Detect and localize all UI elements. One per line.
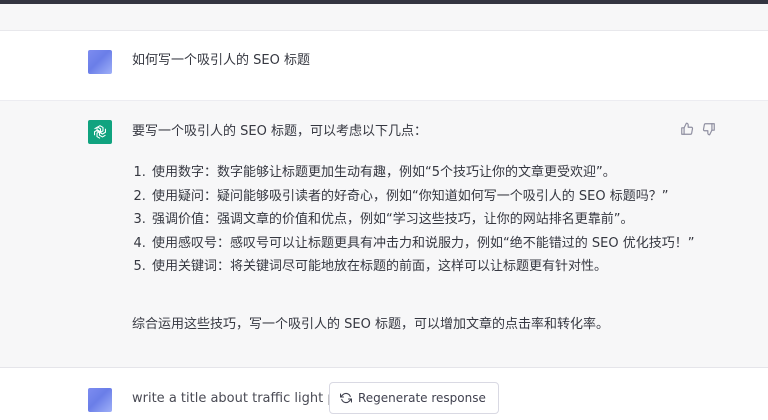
user-message-1: 如何写一个吸引人的 SEO 标题 bbox=[0, 31, 768, 101]
header-spacer bbox=[0, 4, 768, 31]
user-avatar bbox=[88, 50, 112, 74]
assistant-message: 要写一个吸引人的 SEO 标题，可以考虑以下几点： 使用数字：数字能够让标题更加… bbox=[0, 101, 768, 368]
openai-logo-icon bbox=[94, 125, 106, 139]
assistant-summary-text: 综合运用这些技巧，写一个吸引人的 SEO 标题，可以增加文章的点击率和转化率。 bbox=[132, 317, 609, 332]
list-item: 使用感叹号：感叹号可以让标题更具有冲击力和说服力，例如“绝不能错过的 SEO 优… bbox=[150, 232, 710, 256]
regenerate-response-button[interactable]: Regenerate response bbox=[329, 382, 499, 414]
thumbs-down-icon[interactable] bbox=[702, 122, 716, 136]
refresh-icon bbox=[340, 392, 352, 404]
user-message-text: 如何写一个吸引人的 SEO 标题 bbox=[132, 53, 310, 68]
list-item: 强调价值：强调文章的价值和优点，例如“学习这些技巧，让你的网站排名更靠前”。 bbox=[150, 208, 710, 232]
tips-list: 使用数字：数字能够让标题更加生动有趣，例如“5个技巧让你的文章更受欢迎”。 使用… bbox=[132, 161, 710, 279]
list-item: 使用疑问：疑问能够吸引读者的好奇心，例如“你知道如何写一个吸引人的 SEO 标题… bbox=[150, 185, 710, 209]
thumbs-up-icon[interactable] bbox=[680, 122, 694, 136]
user-message-text: write a title about traffic light po bbox=[132, 391, 344, 406]
regenerate-label: Regenerate response bbox=[358, 391, 486, 405]
user-avatar bbox=[88, 388, 112, 412]
assistant-intro-text: 要写一个吸引人的 SEO 标题，可以考虑以下几点： bbox=[132, 124, 427, 139]
list-item: 使用数字：数字能够让标题更加生动有趣，例如“5个技巧让你的文章更受欢迎”。 bbox=[150, 161, 710, 185]
assistant-avatar bbox=[88, 120, 112, 144]
list-item: 使用关键词：将关键词尽可能地放在标题的前面，这样可以让标题更有针对性。 bbox=[150, 255, 710, 279]
feedback-actions bbox=[680, 122, 716, 136]
user-message-2: write a title about traffic light po Reg… bbox=[0, 368, 768, 420]
